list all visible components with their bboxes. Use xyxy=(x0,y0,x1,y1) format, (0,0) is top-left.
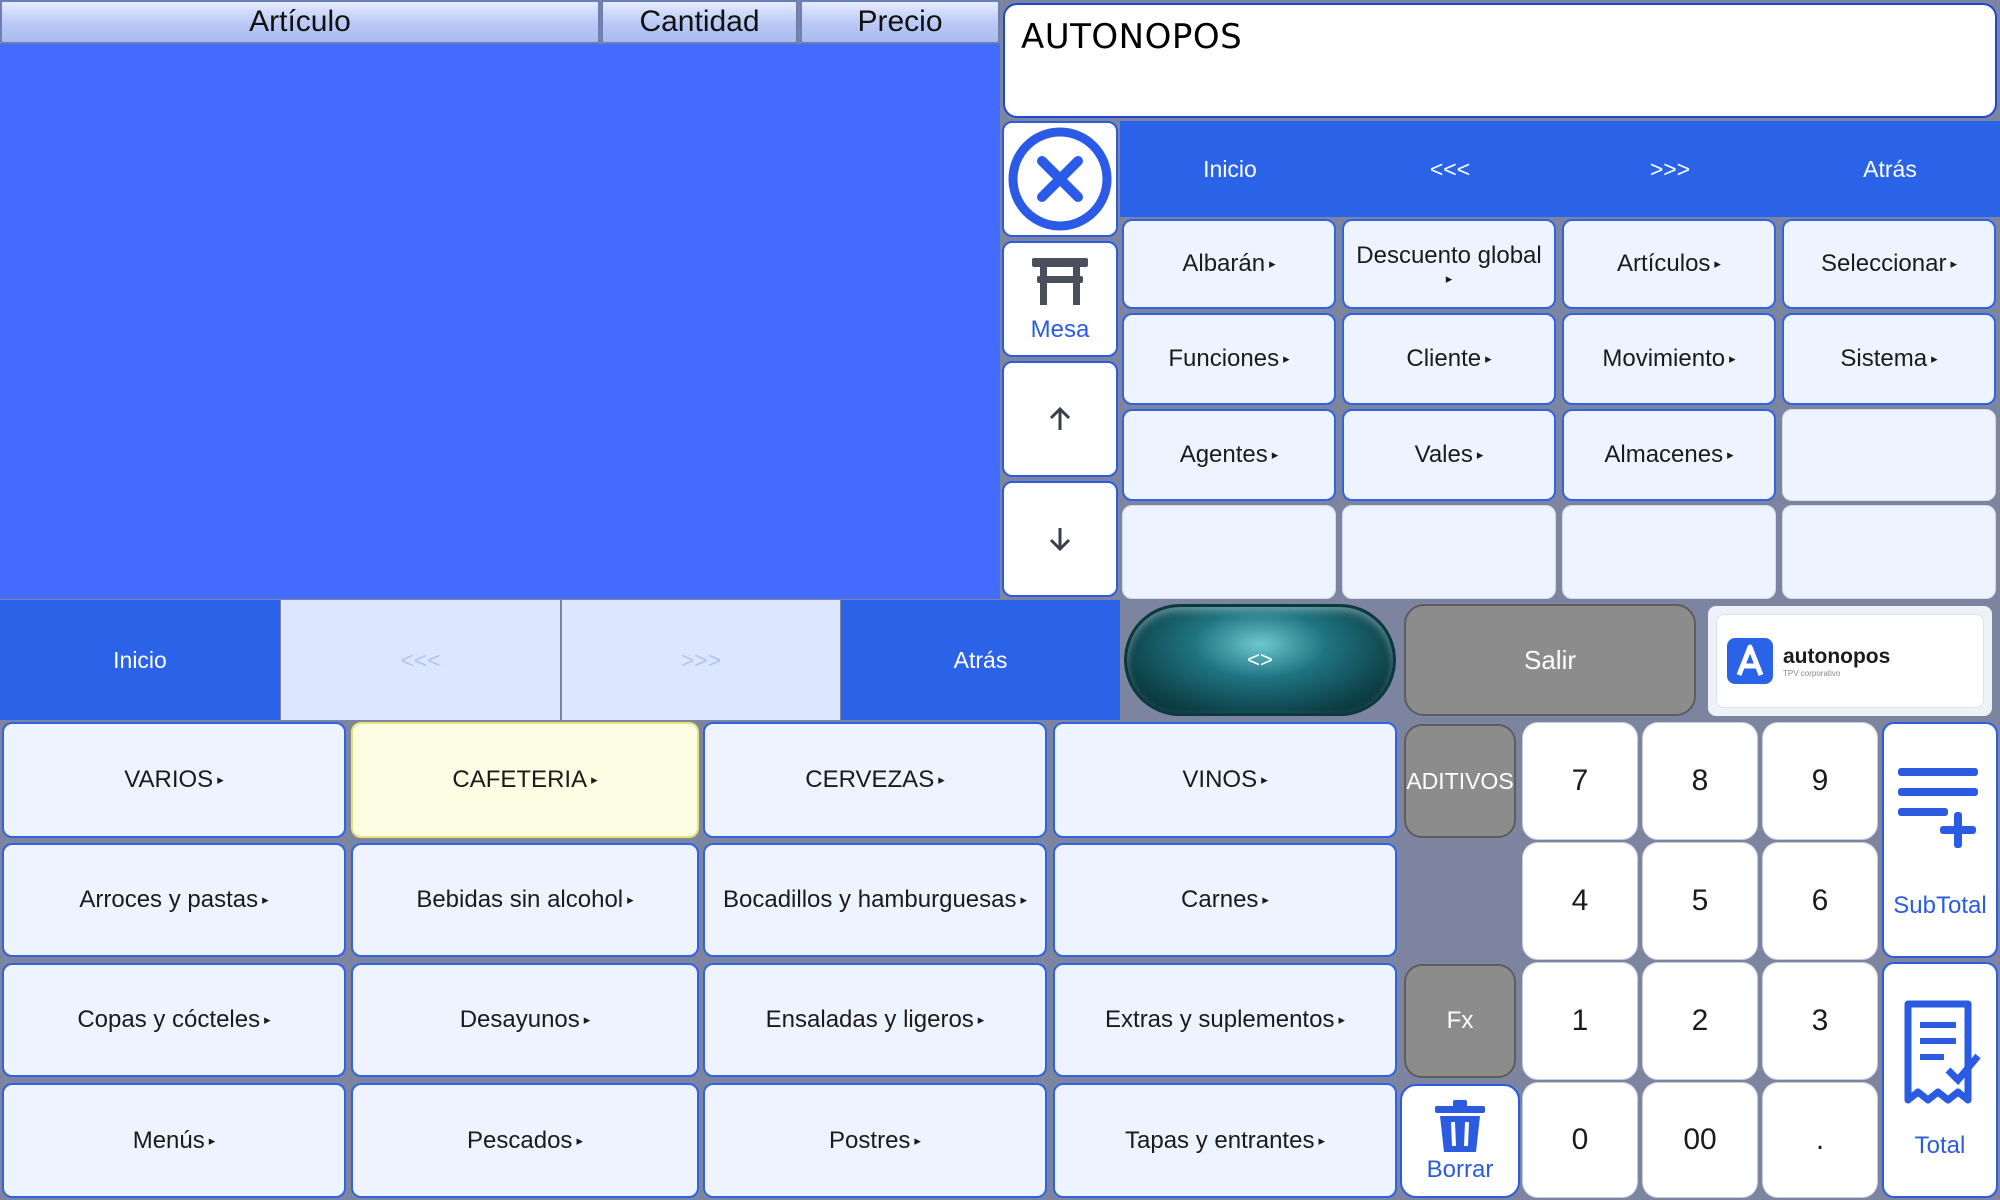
category-menus[interactable]: Menús ▸ xyxy=(2,1083,346,1198)
cat-nav-prev[interactable]: <<< xyxy=(281,600,560,720)
column-header-precio: Precio xyxy=(800,0,1000,44)
key-1[interactable]: 1 xyxy=(1522,962,1638,1080)
logo-name: autonopos xyxy=(1783,644,1891,668)
trash-icon xyxy=(1435,1100,1485,1152)
func-seleccionar-button[interactable]: Seleccionar ▸ xyxy=(1782,219,1996,309)
subtotal-label: SubTotal xyxy=(1893,892,1987,919)
category-varios[interactable]: VARIOS ▸ xyxy=(2,722,346,838)
func-empty-button[interactable] xyxy=(1782,505,1996,599)
key-5[interactable]: 5 xyxy=(1642,842,1758,960)
category-ensaladas-y-ligeros[interactable]: Ensaladas y ligeros ▸ xyxy=(703,963,1047,1077)
cat-nav-inicio[interactable]: Inicio xyxy=(0,600,280,720)
subtotal-button[interactable]: SubTotal xyxy=(1882,722,1998,958)
category-carnes[interactable]: Carnes ▸ xyxy=(1053,843,1397,957)
func-nav-atras[interactable]: Atrás xyxy=(1780,121,2000,217)
table-button-label: Mesa xyxy=(1030,316,1090,343)
category-cafeteria[interactable]: CAFETERIA ▸ xyxy=(351,722,699,838)
fx-button[interactable]: Fx xyxy=(1404,964,1516,1078)
logo-tagline: TPV corporativo xyxy=(1783,668,1841,678)
category-cervezas[interactable]: CERVEZAS ▸ xyxy=(703,722,1047,838)
key-6[interactable]: 6 xyxy=(1762,842,1878,960)
func-empty-button[interactable] xyxy=(1342,505,1556,599)
logo: autonopos TPV corporativo xyxy=(1716,614,1984,708)
total-button[interactable]: Total xyxy=(1882,962,1998,1198)
arrow-down-icon xyxy=(1049,528,1071,552)
category-pescados[interactable]: Pescados ▸ xyxy=(351,1083,699,1198)
func-sistema-button[interactable]: Sistema ▸ xyxy=(1782,313,1996,405)
key-0[interactable]: 0 xyxy=(1522,1082,1638,1198)
category-bocadillos-y-hamburguesas[interactable]: Bocadillos y hamburguesas ▸ xyxy=(703,843,1047,957)
key-7[interactable]: 7 xyxy=(1522,722,1638,840)
key-2[interactable]: 2 xyxy=(1642,962,1758,1080)
add-to-list-icon xyxy=(1898,768,1978,848)
category-tapas-y-entrantes[interactable]: Tapas y entrantes ▸ xyxy=(1053,1083,1397,1198)
close-circle-icon xyxy=(1008,127,1112,231)
arrow-up-icon xyxy=(1049,406,1071,430)
category-desayunos[interactable]: Desayunos ▸ xyxy=(351,963,699,1077)
scroll-up-button[interactable] xyxy=(1002,361,1118,477)
column-header-articulo: Artículo xyxy=(0,0,600,44)
cancel-button[interactable] xyxy=(1002,121,1118,237)
cat-nav-atras[interactable]: Atrás xyxy=(841,600,1120,720)
func-nav-inicio[interactable]: Inicio xyxy=(1120,121,1340,217)
category-vinos[interactable]: VINOS ▸ xyxy=(1053,722,1397,838)
func-funciones-button[interactable]: Funciones ▸ xyxy=(1122,313,1336,405)
toggle-view-button[interactable]: <> xyxy=(1124,604,1396,716)
table-button[interactable]: Mesa xyxy=(1002,241,1118,357)
func-movimiento-button[interactable]: Movimiento ▸ xyxy=(1562,313,1776,405)
func-agentes-button[interactable]: Agentes ▸ xyxy=(1122,409,1336,501)
func-nav-prev[interactable]: <<< xyxy=(1340,121,1560,217)
total-label: Total xyxy=(1914,1132,1966,1159)
aditivos-button[interactable]: ADITIVOS xyxy=(1404,724,1516,838)
autonopos-logo-icon xyxy=(1727,638,1773,684)
key-00[interactable]: 00 xyxy=(1642,1082,1758,1198)
category-bebidas-sin-alcohol[interactable]: Bebidas sin alcohol ▸ xyxy=(351,843,699,957)
func-nav-next[interactable]: >>> xyxy=(1560,121,1780,217)
func-articulos-button[interactable]: Artículos ▸ xyxy=(1562,219,1776,309)
func-empty-button[interactable] xyxy=(1782,409,1996,501)
key-decimal[interactable]: . xyxy=(1762,1082,1878,1198)
func-cliente-button[interactable]: Cliente ▸ xyxy=(1342,313,1556,405)
key-3[interactable]: 3 xyxy=(1762,962,1878,1080)
scroll-down-button[interactable] xyxy=(1002,481,1118,597)
func-almacenes-button[interactable]: Almacenes ▸ xyxy=(1562,409,1776,501)
logo-panel: autonopos TPV corporativo xyxy=(1708,606,1992,716)
func-empty-button[interactable] xyxy=(1122,505,1336,599)
delete-button[interactable]: Borrar xyxy=(1400,1084,1520,1198)
key-9[interactable]: 9 xyxy=(1762,722,1878,840)
receipt-icon xyxy=(1904,1000,1981,1104)
ticket-lines-area[interactable] xyxy=(0,44,1000,599)
table-icon xyxy=(1032,258,1088,305)
func-vales-button[interactable]: Vales ▸ xyxy=(1342,409,1556,501)
delete-button-label: Borrar xyxy=(1426,1156,1494,1183)
func-empty-button[interactable] xyxy=(1562,505,1776,599)
display-text: AUTONOPOS xyxy=(1021,17,1243,57)
key-8[interactable]: 8 xyxy=(1642,722,1758,840)
category-copas-y-cocteles[interactable]: Copas y cócteles ▸ xyxy=(2,963,346,1077)
category-postres[interactable]: Postres ▸ xyxy=(703,1083,1047,1198)
exit-button[interactable]: Salir xyxy=(1404,604,1696,716)
display-panel: AUTONOPOS xyxy=(1003,3,1997,118)
func-descuento-global-button[interactable]: Descuento global ▸ xyxy=(1342,219,1556,309)
column-header-cantidad: Cantidad xyxy=(601,0,798,44)
cat-nav-next[interactable]: >>> xyxy=(562,600,840,720)
key-4[interactable]: 4 xyxy=(1522,842,1638,960)
func-albaran-button[interactable]: Albarán ▸ xyxy=(1122,219,1336,309)
category-arroces-y-pastas[interactable]: Arroces y pastas ▸ xyxy=(2,843,346,957)
category-extras-y-suplementos[interactable]: Extras y suplementos ▸ xyxy=(1053,963,1397,1077)
